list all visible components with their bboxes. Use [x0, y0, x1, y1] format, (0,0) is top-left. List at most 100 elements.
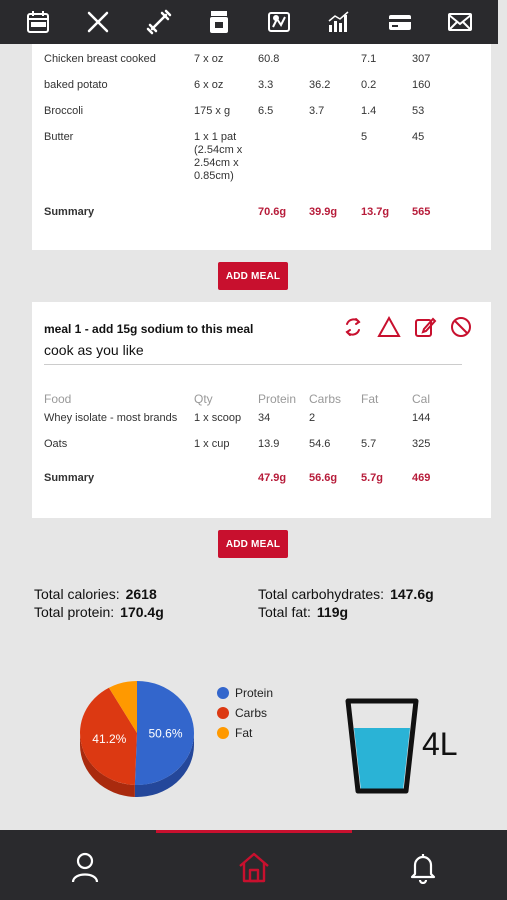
summary-fat: 5.7g	[361, 472, 384, 484]
food-carbs: 36.2	[309, 79, 331, 91]
food-qty: 6 x oz	[194, 79, 224, 91]
food-fat: 0.2	[361, 79, 377, 91]
total-carbs-label: Total carbohydrates:	[258, 586, 385, 602]
food-cal: 45	[412, 131, 425, 143]
legend-label: Protein	[235, 686, 274, 700]
add-meal-button[interactable]: ADD MEAL	[218, 262, 288, 290]
header-carbs: Carbs	[309, 392, 342, 406]
edit-icon[interactable]	[413, 315, 437, 339]
progress-photo-icon[interactable]	[264, 7, 294, 37]
food-qty: 1 x cup	[194, 438, 230, 450]
total-fat-label: Total fat:	[258, 604, 311, 620]
header-food: Food	[44, 392, 72, 406]
pie-slice-label: 50.6%	[148, 726, 182, 740]
legend-item-fat: Fat	[217, 723, 273, 743]
summary-label: Summary	[44, 206, 95, 218]
legend-label: Fat	[235, 726, 253, 740]
food-carbs: 3.7	[309, 105, 325, 117]
delete-icon[interactable]	[449, 315, 473, 339]
total-carbs-value: 147.6g	[390, 586, 434, 602]
add-meal-button[interactable]: ADD MEAL	[218, 530, 288, 558]
header-protein: Protein	[258, 392, 297, 406]
food-name: Chicken breast cooked	[44, 53, 156, 65]
stats-chart-icon[interactable]	[324, 7, 354, 37]
macro-pie-chart: 50.6% 41.2%	[62, 640, 212, 815]
pie-legend: Protein Carbs Fat	[217, 683, 273, 743]
food-protein: 13.9	[258, 438, 280, 450]
food-qty: 1 x 1 pat (2.54cm x 2.54cm x 0.85cm)	[194, 131, 243, 182]
food-fat: 7.1	[361, 53, 377, 65]
legend-swatch	[217, 707, 229, 719]
divider	[44, 364, 462, 365]
food-carbs: 54.6	[309, 438, 331, 450]
warning-icon[interactable]	[377, 315, 401, 339]
header-qty: Qty	[194, 392, 213, 406]
food-fat: 1.4	[361, 105, 377, 117]
food-name: Broccoli	[44, 105, 84, 117]
pie-chart-svg: 50.6% 41.2%	[80, 681, 194, 797]
legend-swatch	[217, 727, 229, 739]
active-tab-indicator	[156, 830, 352, 833]
profile-icon[interactable]	[68, 850, 102, 884]
food-qty: 7 x oz	[194, 53, 224, 65]
food-carbs: 2	[309, 412, 316, 424]
food-cal: 53	[412, 105, 425, 117]
food-cal: 325	[412, 438, 431, 450]
total-fat: Total fat: 119g	[258, 604, 348, 620]
summary-fat: 13.7g	[361, 206, 390, 218]
app-screen: Chicken breast cooked 7 x oz 60.8 7.1 30…	[0, 0, 507, 900]
summary-label: Summary	[44, 472, 95, 484]
food-cal: 160	[412, 79, 431, 91]
summary-cal: 469	[412, 472, 431, 484]
home-icon[interactable]	[237, 850, 271, 884]
total-protein-label: Total protein:	[34, 604, 115, 620]
summary-protein: 70.6g	[258, 206, 287, 218]
total-fat-value: 119g	[316, 604, 349, 620]
total-protein: Total protein: 170.4g	[34, 604, 164, 620]
water-target-label: 4L	[422, 726, 458, 762]
food-name: Whey isolate - most brands	[44, 412, 178, 424]
legend-item-carbs: Carbs	[217, 703, 273, 723]
supplement-icon[interactable]	[204, 7, 234, 37]
swap-icon[interactable]	[341, 315, 365, 339]
food-protein: 60.8	[258, 53, 280, 65]
summary-carbs: 39.9g	[309, 206, 338, 218]
legend-swatch	[217, 687, 229, 699]
summary-carbs: 56.6g	[309, 472, 338, 484]
water-intake-glass	[345, 698, 419, 799]
food-protein: 3.3	[258, 79, 274, 91]
bottom-nav	[0, 830, 507, 900]
total-carbs: Total carbohydrates: 147.6g	[258, 586, 434, 602]
legend-item-protein: Protein	[217, 683, 273, 703]
food-protein: 34	[258, 412, 271, 424]
food-name: baked potato	[44, 79, 108, 91]
meal-title: meal 1 - add 15g sodium to this meal	[44, 322, 254, 336]
pie-slice-label: 41.2%	[92, 732, 126, 746]
water-fill	[354, 728, 410, 790]
meal-note: cook as you like	[44, 342, 144, 358]
top-nav	[0, 0, 498, 44]
meal-card-previous: Chicken breast cooked 7 x oz 60.8 7.1 30…	[32, 44, 491, 250]
glass-icon	[345, 698, 419, 794]
notifications-icon[interactable]	[406, 850, 440, 884]
utensils-icon[interactable]	[83, 7, 113, 37]
food-protein: 6.5	[258, 105, 274, 117]
mail-icon[interactable]	[445, 7, 475, 37]
payment-card-icon[interactable]	[385, 7, 415, 37]
dumbbell-icon[interactable]	[144, 7, 174, 37]
food-fat: 5	[361, 131, 368, 143]
legend-label: Carbs	[235, 706, 268, 720]
total-calories-label: Total calories:	[34, 586, 120, 602]
total-calories-value: 2618	[125, 586, 157, 602]
header-fat: Fat	[361, 392, 379, 406]
food-qty: 1 x scoop	[194, 412, 242, 424]
food-name: Butter	[44, 131, 74, 143]
meal-card-1: meal 1 - add 15g sodium to this meal coo…	[32, 302, 491, 518]
total-calories: Total calories: 2618	[34, 586, 157, 602]
calendar-icon[interactable]	[23, 7, 53, 37]
food-fat: 5.7	[361, 438, 377, 450]
meal-actions	[341, 315, 473, 339]
food-name: Oats	[44, 438, 68, 450]
food-cal: 144	[412, 412, 431, 424]
header-cal: Cal	[412, 392, 431, 406]
